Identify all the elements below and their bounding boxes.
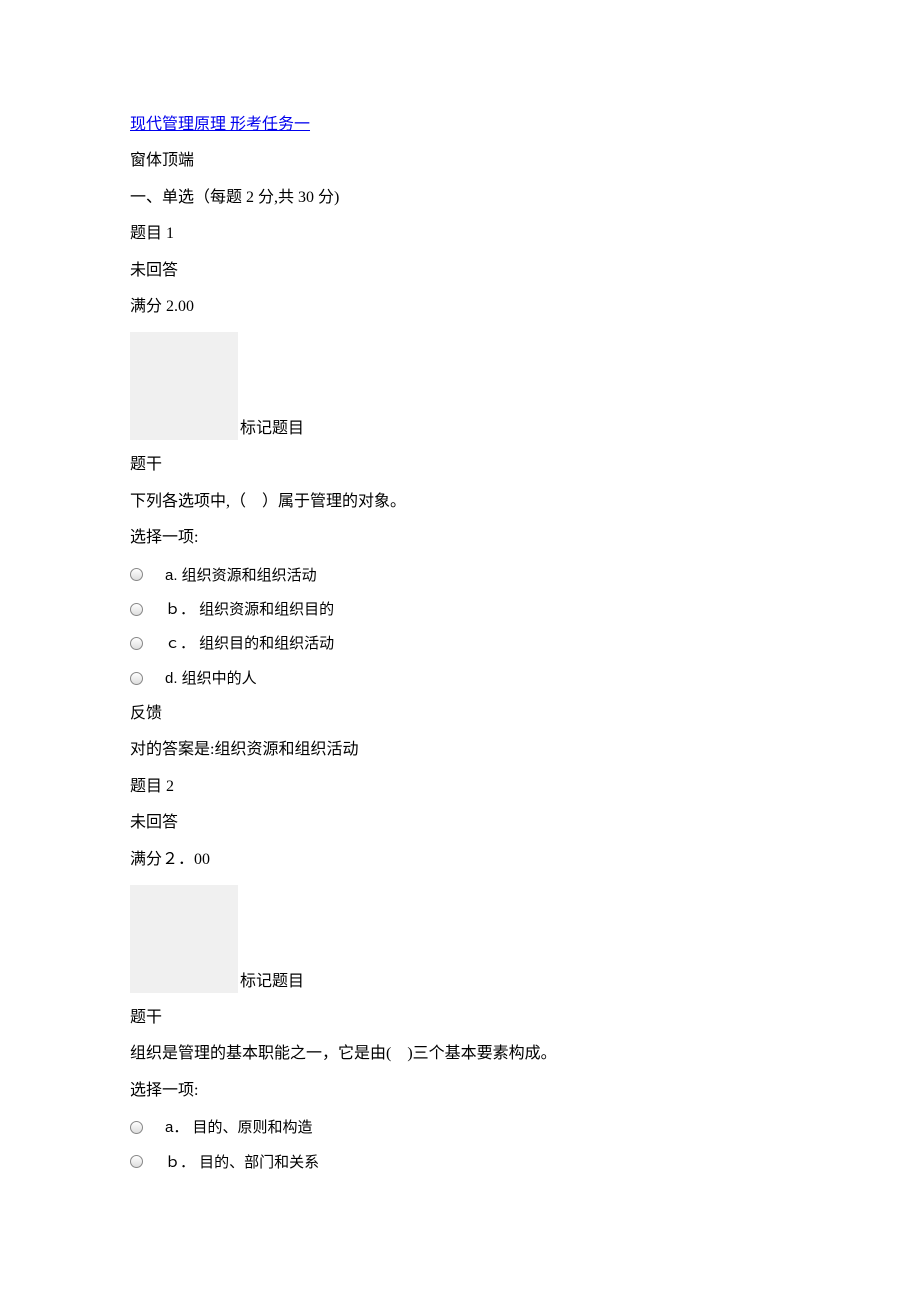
question-score: 满分 2.00 [130, 296, 800, 318]
radio-icon[interactable] [130, 637, 143, 650]
stem-label: 题干 [130, 454, 800, 476]
mark-question-label[interactable]: 标记题目 [240, 973, 304, 990]
radio-icon[interactable] [130, 1121, 143, 1134]
option-row-a[interactable]: a. 组织资源和组织活动 [130, 564, 800, 586]
correct-answer: 对的答案是:组织资源和组织活动 [130, 739, 800, 761]
flag-placeholder-icon [130, 332, 238, 440]
window-top-label: 窗体顶端 [130, 150, 800, 172]
option-row-d[interactable]: d. 组织中的人 [130, 667, 800, 689]
question-status: 未回答 [130, 260, 800, 282]
feedback-label: 反馈 [130, 703, 800, 725]
page-title-link[interactable]: 现代管理原理 形考任务一 [130, 116, 310, 133]
option-row-b[interactable]: ｂ． 目的、部门和关系 [130, 1151, 800, 1173]
question-status: 未回答 [130, 812, 800, 834]
question-stem: 组织是管理的基本职能之一，它是由( )三个基本要素构成。 [130, 1043, 800, 1065]
option-text: ｃ． 组织目的和组织活动 [165, 635, 334, 652]
option-text: ｂ． 目的、部门和关系 [165, 1153, 319, 1170]
radio-icon[interactable] [130, 568, 143, 581]
option-row-a[interactable]: a． 目的、原则和构造 [130, 1116, 800, 1138]
stem-label: 题干 [130, 1007, 800, 1029]
section-header: 一、单选（每题 2 分,共 30 分) [130, 187, 800, 209]
select-prompt: 选择一项: [130, 1080, 800, 1102]
radio-icon[interactable] [130, 603, 143, 616]
option-row-b[interactable]: ｂ． 组织资源和组织目的 [130, 598, 800, 620]
option-text: a. 组织资源和组织活动 [165, 566, 317, 583]
question-number: 题目 2 [130, 776, 800, 798]
question-number: 题目 1 [130, 223, 800, 245]
option-text: a． 目的、原则和构造 [165, 1119, 313, 1136]
option-text: d. 组织中的人 [165, 670, 257, 687]
option-row-c[interactable]: ｃ． 组织目的和组织活动 [130, 632, 800, 654]
mark-question-label[interactable]: 标记题目 [240, 420, 304, 437]
select-prompt: 选择一项: [130, 527, 800, 549]
radio-icon[interactable] [130, 672, 143, 685]
option-text: ｂ． 组织资源和组织目的 [165, 601, 334, 618]
question-score: 满分２．00 [130, 849, 800, 871]
flag-placeholder-icon [130, 885, 238, 993]
question-stem: 下列各选项中,（ ）属于管理的对象。 [130, 491, 800, 513]
radio-icon[interactable] [130, 1155, 143, 1168]
